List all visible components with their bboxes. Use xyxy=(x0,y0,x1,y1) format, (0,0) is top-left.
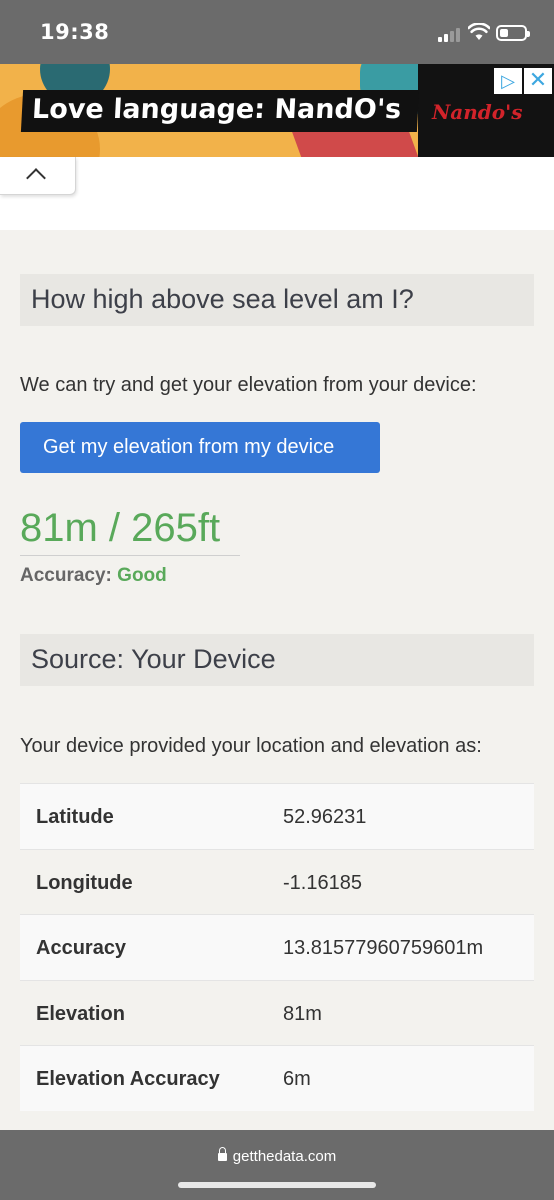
ad-choices-icon[interactable]: ▷ xyxy=(494,68,522,94)
battery-icon xyxy=(496,25,530,41)
get-elevation-button[interactable]: Get my elevation from my device xyxy=(20,422,380,473)
close-icon[interactable]: ✕ xyxy=(524,68,552,94)
table-row: Elevation Accuracy 6m xyxy=(20,1045,534,1111)
wifi-icon xyxy=(468,23,490,40)
table-row: Elevation 81m xyxy=(20,979,534,1046)
ad-brand-logo: Nando's xyxy=(432,100,523,124)
intro-text: We can try and get your elevation from y… xyxy=(20,374,477,396)
browser-bottom-bar: getthedata.com xyxy=(0,1130,554,1200)
row-label: Accuracy xyxy=(36,937,127,960)
elevation-result: 81m / 265ft xyxy=(20,506,240,556)
row-label: Elevation xyxy=(36,1002,125,1025)
location-table: Latitude 52.96231 Longitude -1.16185 Acc… xyxy=(20,783,534,1111)
table-row: Longitude -1.16185 xyxy=(20,848,534,915)
accuracy-value: Good xyxy=(117,565,167,586)
row-value: 13.81577960759601m xyxy=(283,937,484,960)
row-value: 52.96231 xyxy=(283,806,367,828)
ad-headline: Love language: NandO's xyxy=(20,90,420,132)
collapse-ad-button[interactable] xyxy=(0,157,76,195)
chevron-up-icon xyxy=(26,168,46,188)
source-description: Your device provided your location and e… xyxy=(20,735,482,757)
accuracy-label: Accuracy: xyxy=(20,565,112,586)
lock-icon xyxy=(217,1147,227,1161)
row-label: Elevation Accuracy xyxy=(36,1068,220,1091)
row-value: 81m xyxy=(283,1002,322,1025)
row-value: 6m xyxy=(283,1068,311,1091)
ad-spacer xyxy=(0,157,554,230)
address-bar[interactable]: getthedata.com xyxy=(0,1147,554,1165)
row-label: Longitude xyxy=(36,871,133,894)
row-label: Latitude xyxy=(36,806,114,828)
url-text: getthedata.com xyxy=(232,1148,337,1165)
ad-banner[interactable]: Love language: NandO's Nando's xyxy=(0,64,554,157)
row-value: -1.16185 xyxy=(283,871,362,894)
cellular-signal-icon xyxy=(438,26,462,42)
source-title: Source: Your Device xyxy=(20,634,534,686)
page-title: How high above sea level am I? xyxy=(20,274,534,326)
status-bar: 19:38 xyxy=(0,0,554,64)
accuracy-summary: Accuracy: Good xyxy=(20,565,167,587)
status-time: 19:38 xyxy=(40,20,110,44)
home-indicator[interactable] xyxy=(178,1182,376,1188)
table-row: Accuracy 13.81577960759601m xyxy=(20,914,534,980)
table-row: Latitude 52.96231 xyxy=(20,783,534,849)
